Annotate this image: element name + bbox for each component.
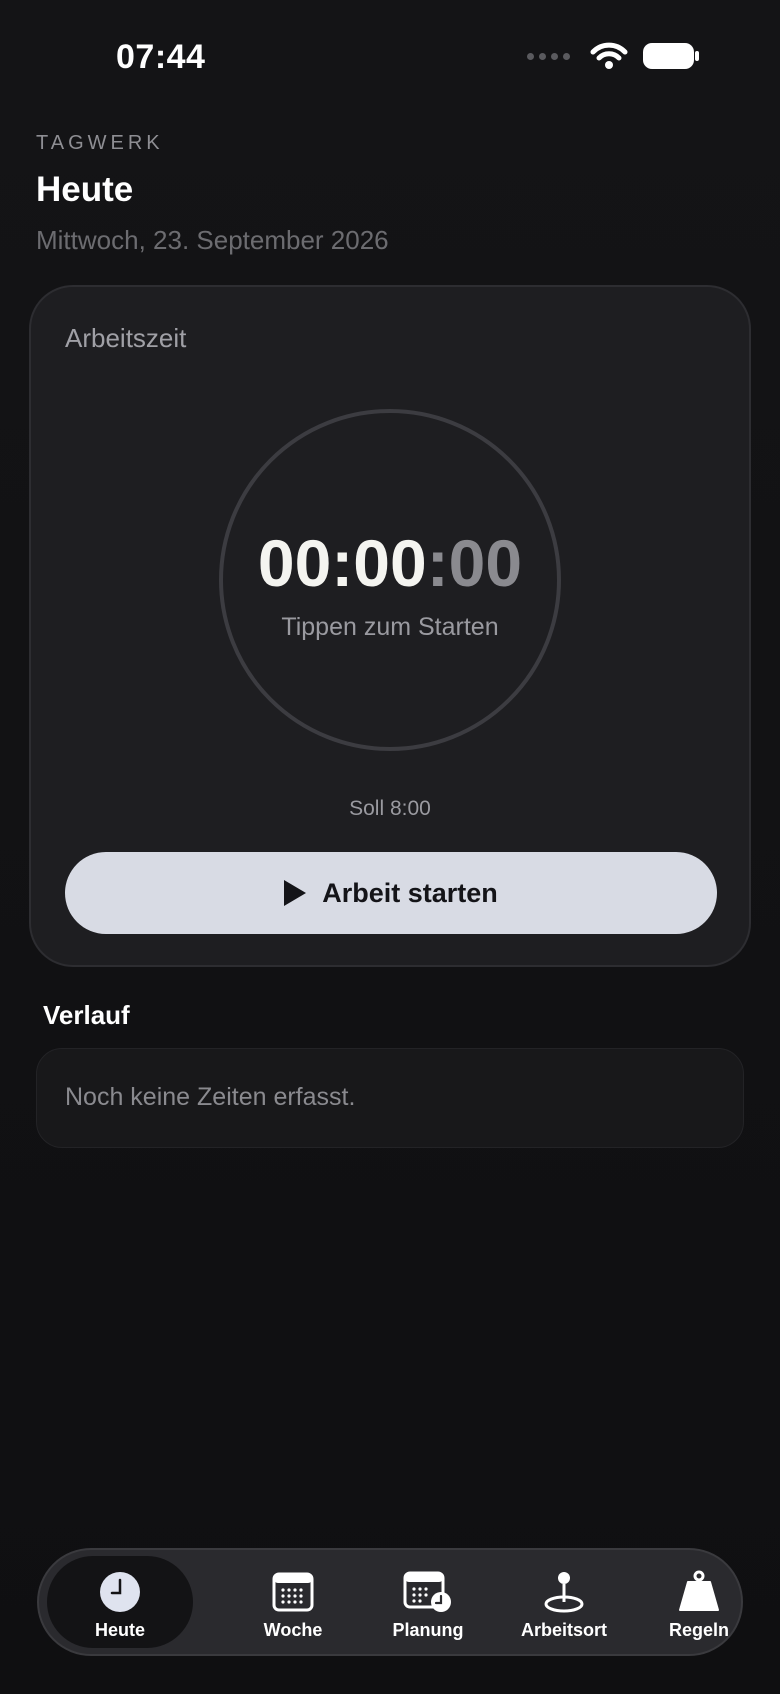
tab-bar: Heute Woche Planung Arbeitsort Regeln [37, 1548, 743, 1656]
weight-icon [677, 1570, 721, 1614]
status-time: 07:44 [116, 38, 206, 76]
tab-regeln[interactable]: Regeln [632, 1550, 766, 1654]
start-work-button-label: Arbeit starten [322, 877, 498, 908]
play-icon [284, 880, 307, 906]
card-label: Arbeitszeit [65, 323, 187, 353]
timer-display: 00:00:00 [223, 525, 557, 601]
page-date: Mittwoch, 23. September 2026 [36, 225, 389, 255]
location-pin-icon [542, 1570, 586, 1614]
app-name: TAGWERK [36, 132, 164, 154]
timer-dial[interactable]: 00:00:00 Tippen zum Starten [219, 409, 561, 751]
history-title: Verlauf [43, 1000, 130, 1030]
wifi-icon [590, 42, 628, 69]
status-icons [527, 42, 700, 70]
status-bar: 07:44 [0, 0, 780, 110]
history-empty-text: Noch keine Zeiten erfasst. [65, 1083, 356, 1111]
tab-label: Regeln [668, 1620, 729, 1640]
timer-seconds: :00 [426, 526, 523, 600]
calendar-clock-icon [403, 1570, 453, 1614]
tab-planung[interactable]: Planung [361, 1550, 495, 1654]
tab-heute[interactable]: Heute [47, 1556, 193, 1648]
tab-arbeitsort[interactable]: Arbeitsort [497, 1550, 631, 1654]
tab-label: Heute [94, 1620, 145, 1640]
timer-hint: Tippen zum Starten [281, 613, 499, 641]
clock-icon [99, 1570, 141, 1614]
tab-label: Woche [263, 1620, 323, 1640]
work-time-card: Arbeitszeit 00:00:00 Tippen zum Starten … [29, 285, 751, 967]
history-list: Noch keine Zeiten erfasst. [36, 1048, 744, 1148]
target-hours: Soll 8:00 [349, 797, 431, 820]
battery-icon [643, 43, 699, 69]
tab-woche[interactable]: Woche [226, 1550, 360, 1654]
cellular-signal-icon [527, 52, 570, 60]
app-screen: 07:44 TAGWERK Heute Mittwoch, 23. Septem… [0, 0, 780, 1694]
calendar-icon [272, 1570, 314, 1614]
timer-main: 00:00 [257, 526, 427, 600]
tab-label: Arbeitsort [520, 1620, 607, 1640]
start-work-button[interactable]: Arbeit starten [65, 852, 717, 934]
page-title: Heute [36, 170, 134, 209]
tab-label: Planung [392, 1620, 464, 1640]
